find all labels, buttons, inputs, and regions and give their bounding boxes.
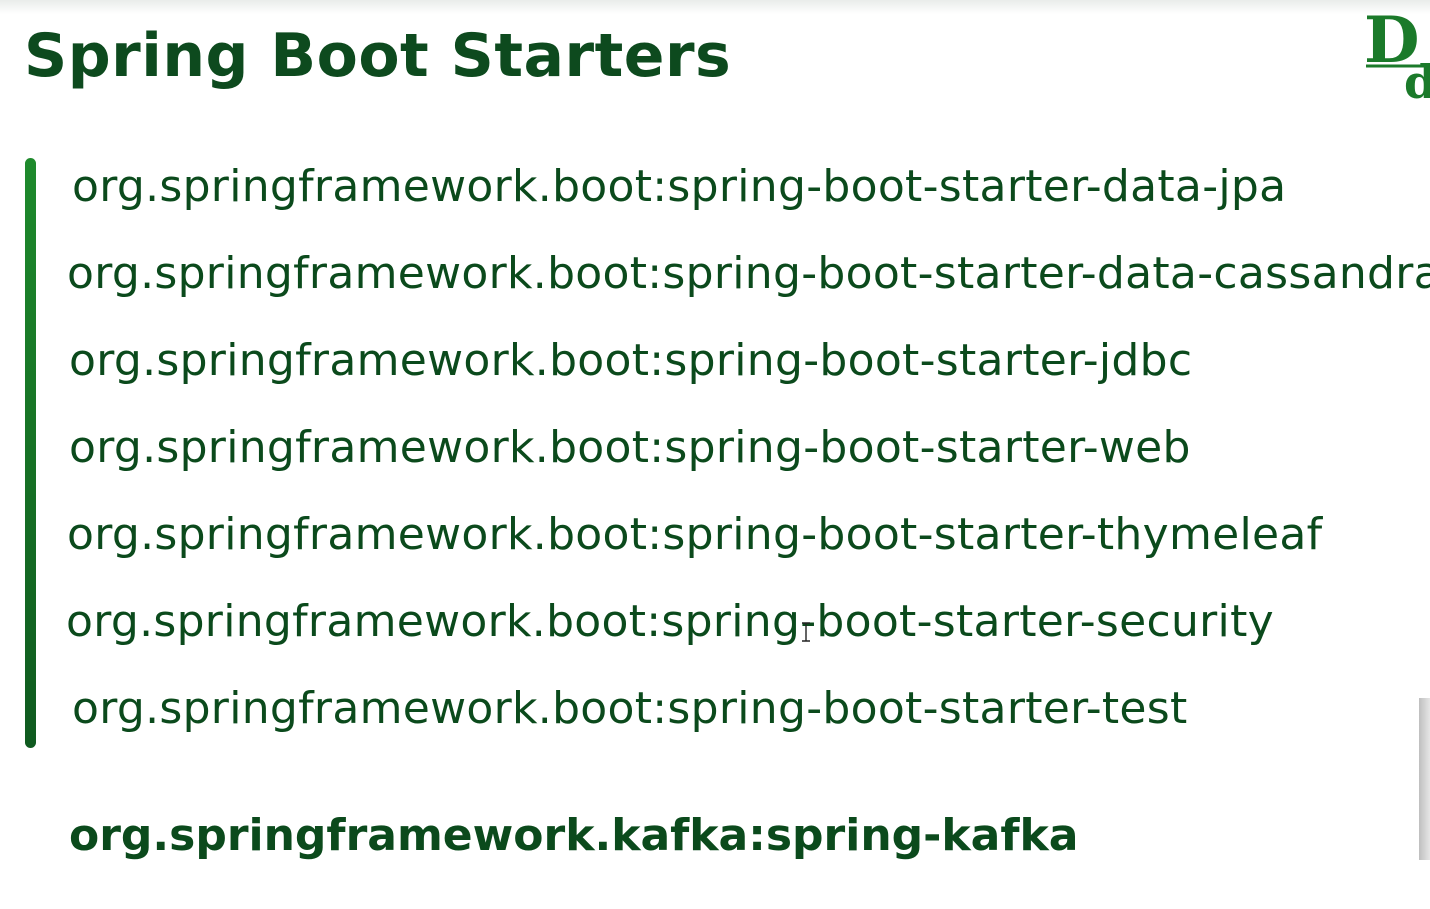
starter-test: org.springframework.boot:spring-boot-sta…: [72, 683, 1188, 734]
scrollbar-thumb[interactable]: [1419, 698, 1430, 860]
starter-thymeleaf: org.springframework.boot:spring-boot-sta…: [67, 509, 1323, 560]
accent-bar: [25, 158, 36, 748]
slide-title: Spring Boot Starters: [24, 21, 732, 91]
starter-jdbc: org.springframework.boot:spring-boot-sta…: [69, 335, 1193, 386]
starter-data-cassandra: org.springframework.boot:spring-boot-sta…: [67, 248, 1430, 299]
brand-logo: D d: [1362, 0, 1430, 110]
starter-web: org.springframework.boot:spring-boot-sta…: [69, 422, 1191, 473]
starter-data-jpa: org.springframework.boot:spring-boot-sta…: [72, 161, 1287, 212]
spring-kafka-dependency: org.springframework.kafka:spring-kafka: [69, 810, 1079, 861]
svg-text:d: d: [1404, 55, 1430, 109]
logo-mark-icon: D d: [1364, 3, 1430, 109]
starter-security: org.springframework.boot:spring-boot-sta…: [66, 596, 1274, 647]
text-cursor-icon: [802, 622, 810, 642]
top-shadow: [0, 0, 1430, 14]
